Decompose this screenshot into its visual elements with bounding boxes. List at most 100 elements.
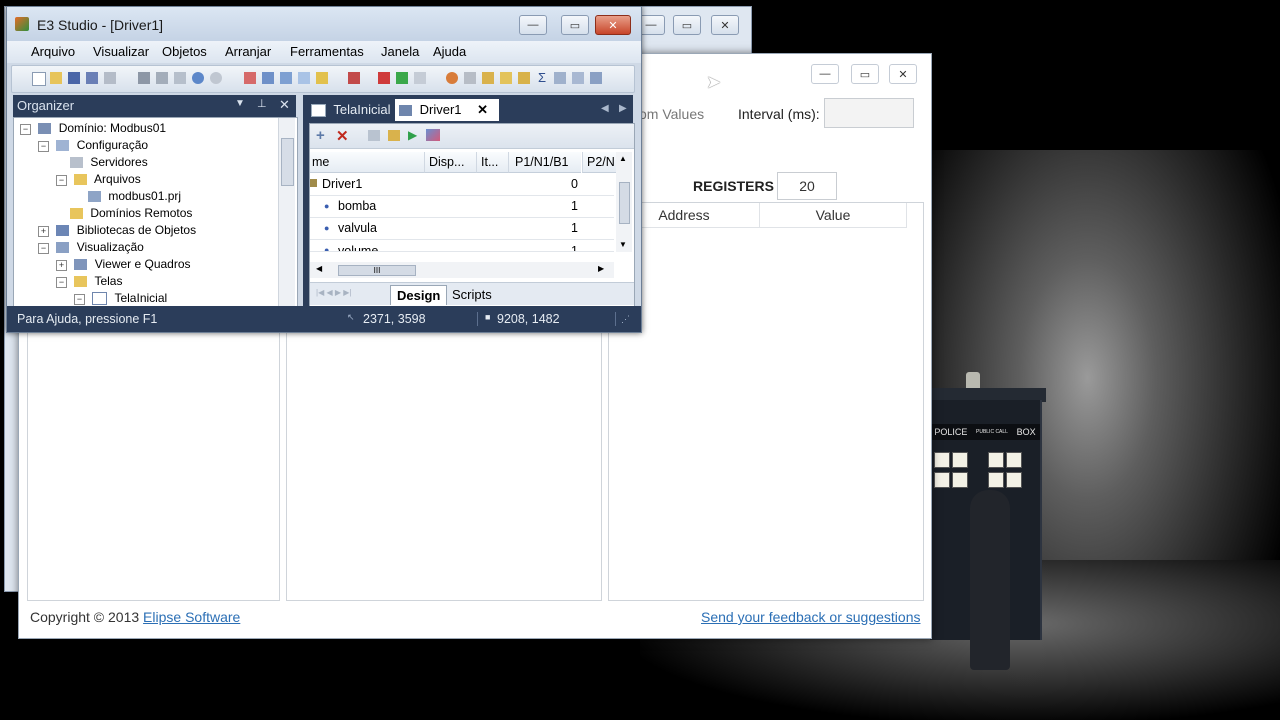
menu-objetos[interactable]: Objetos [162, 44, 207, 59]
copy-icon[interactable] [156, 72, 168, 84]
delete-icon[interactable]: ✕ [336, 127, 349, 145]
table-row[interactable]: ● volume 1 [310, 239, 614, 252]
close-icon[interactable]: ✕ [279, 97, 290, 113]
tab-driver1[interactable]: Driver1 ✕ [395, 99, 499, 121]
run-icon[interactable] [396, 72, 408, 84]
scroll-left-icon[interactable]: ◀ [316, 264, 322, 273]
server-icon[interactable] [464, 72, 476, 84]
warning-icon[interactable] [316, 72, 328, 84]
domain-icon[interactable] [446, 72, 458, 84]
run-icon[interactable]: ▶ [408, 128, 417, 142]
insert-icon[interactable] [244, 72, 256, 84]
gear-icon[interactable] [518, 72, 530, 84]
tags-icon[interactable] [426, 129, 440, 141]
menu-arquivo[interactable]: Arquivo [31, 44, 75, 59]
tab-left-arrow-icon[interactable]: ◀ [601, 103, 609, 114]
tree-item-modbus01-prj[interactable]: modbus01.prj [88, 188, 181, 205]
table-icon[interactable] [572, 72, 584, 84]
grid-vertical-scrollbar[interactable]: ▲ ▼ [616, 152, 632, 252]
column-header-p2[interactable]: P2/N [582, 152, 619, 173]
library-icon[interactable] [348, 72, 360, 84]
stop-icon[interactable] [414, 72, 426, 84]
e3-maximize-button[interactable]: ▭ [561, 15, 589, 35]
elipse-software-link[interactable]: Elipse Software [143, 609, 240, 625]
folder-tool-icon[interactable] [482, 72, 494, 84]
resize-grip-icon[interactable]: ⋰ [621, 314, 630, 325]
verify-icon[interactable] [378, 72, 390, 84]
tree-item-servidores[interactable]: Servidores [70, 154, 148, 171]
menu-visualizar[interactable]: Visualizar [93, 44, 149, 59]
frame-icon[interactable] [280, 72, 292, 84]
scrollbar-thumb[interactable] [281, 138, 294, 186]
tree-item-bibliotecas[interactable]: + Bibliotecas de Objetos [38, 222, 196, 239]
scroll-up-icon[interactable]: ▲ [619, 154, 627, 163]
collapse-icon[interactable]: − [56, 175, 67, 186]
tab-scripts[interactable]: Scripts [452, 287, 492, 302]
tab-right-arrow-icon[interactable]: ▶ [619, 103, 627, 114]
properties-icon[interactable] [368, 130, 380, 141]
table-row[interactable]: ● valvula 1 [310, 217, 614, 240]
table-row[interactable]: Driver1 0 [310, 173, 614, 196]
collapse-icon[interactable]: − [74, 294, 85, 305]
undo-icon[interactable] [192, 72, 204, 84]
paste-icon[interactable] [174, 72, 186, 84]
tree-item-dominios-remotos[interactable]: Domínios Remotos [70, 205, 192, 222]
tree-item-dominio[interactable]: − Domínio: Modbus01 [20, 120, 166, 137]
feedback-link[interactable]: Send your feedback or suggestions [701, 609, 920, 625]
menu-arranjar[interactable]: Arranjar [225, 44, 271, 59]
menu-ajuda[interactable]: Ajuda [433, 44, 466, 59]
new-icon[interactable] [32, 72, 46, 86]
expand-icon[interactable]: + [38, 226, 49, 237]
open-icon[interactable] [50, 72, 62, 84]
column-header-name[interactable]: me [310, 152, 424, 173]
e3-close-button[interactable]: ✕ [595, 15, 631, 35]
collapse-icon[interactable]: − [56, 277, 67, 288]
tree-item-visualizacao[interactable]: − Visualização [38, 239, 144, 256]
menu-ferramentas[interactable]: Ferramentas [290, 44, 364, 59]
tab-telainicial[interactable]: TelaInicial [311, 99, 390, 121]
add-icon[interactable]: + [316, 127, 325, 144]
column-header-it[interactable]: It... [476, 152, 511, 173]
registers-input[interactable]: 20 [777, 172, 837, 200]
column-header-p1[interactable]: P1/N1/B1 [508, 152, 581, 173]
image-icon[interactable] [590, 72, 602, 84]
tree-item-telas[interactable]: − Telas [56, 273, 122, 290]
scroll-down-icon[interactable]: ▼ [619, 240, 627, 249]
import-icon[interactable] [388, 130, 400, 141]
bg-close-button[interactable]: ✕ [711, 15, 739, 35]
column-header-disp[interactable]: Disp... [424, 152, 479, 173]
book-icon[interactable] [554, 72, 566, 84]
viewer-icon[interactable] [298, 72, 310, 84]
grid-horizontal-scrollbar[interactable]: ◀ III ▶ [310, 262, 614, 278]
tree-item-arquivos[interactable]: − Arquivos [56, 171, 141, 188]
value-column-header[interactable]: Value [760, 203, 907, 228]
maximize-button[interactable]: ▭ [851, 64, 879, 84]
tree-item-viewer-quadros[interactable]: + Viewer e Quadros [56, 256, 191, 273]
pin-icon[interactable]: ⊥ [257, 97, 267, 110]
chevron-down-icon[interactable]: ▼ [235, 98, 245, 109]
e3-minimize-button[interactable]: — [519, 15, 547, 35]
scrollbar-thumb[interactable] [619, 182, 630, 224]
expand-icon[interactable]: + [56, 260, 67, 271]
nav-arrows-icon[interactable]: |◀ ◀ ▶ ▶| [316, 288, 351, 297]
sum-icon[interactable]: Σ [536, 70, 548, 85]
organizer-scrollbar[interactable] [278, 118, 295, 306]
cut-icon[interactable] [138, 72, 150, 84]
properties-icon[interactable] [104, 72, 116, 84]
e3-studio-window[interactable]: E3 Studio - [Driver1] — ▭ ✕ Arquivo Visu… [6, 6, 642, 333]
save-icon[interactable] [68, 72, 80, 84]
collapse-icon[interactable]: − [38, 141, 49, 152]
scrollbar-thumb[interactable]: III [338, 265, 416, 276]
interval-input[interactable] [824, 98, 914, 128]
package-icon[interactable] [500, 72, 512, 84]
bg-maximize-button[interactable]: ▭ [673, 15, 701, 35]
collapse-icon[interactable]: − [20, 124, 31, 135]
redo-icon[interactable] [210, 72, 222, 84]
tree-item-telainicial[interactable]: − TelaInicial [74, 290, 167, 307]
close-button[interactable]: ✕ [889, 64, 917, 84]
tree-item-configuracao[interactable]: − Configuração [38, 137, 148, 154]
tab-design[interactable]: Design [390, 285, 448, 305]
menu-janela[interactable]: Janela [381, 44, 419, 59]
screen-icon[interactable] [262, 72, 274, 84]
scroll-right-icon[interactable]: ▶ [598, 264, 604, 273]
